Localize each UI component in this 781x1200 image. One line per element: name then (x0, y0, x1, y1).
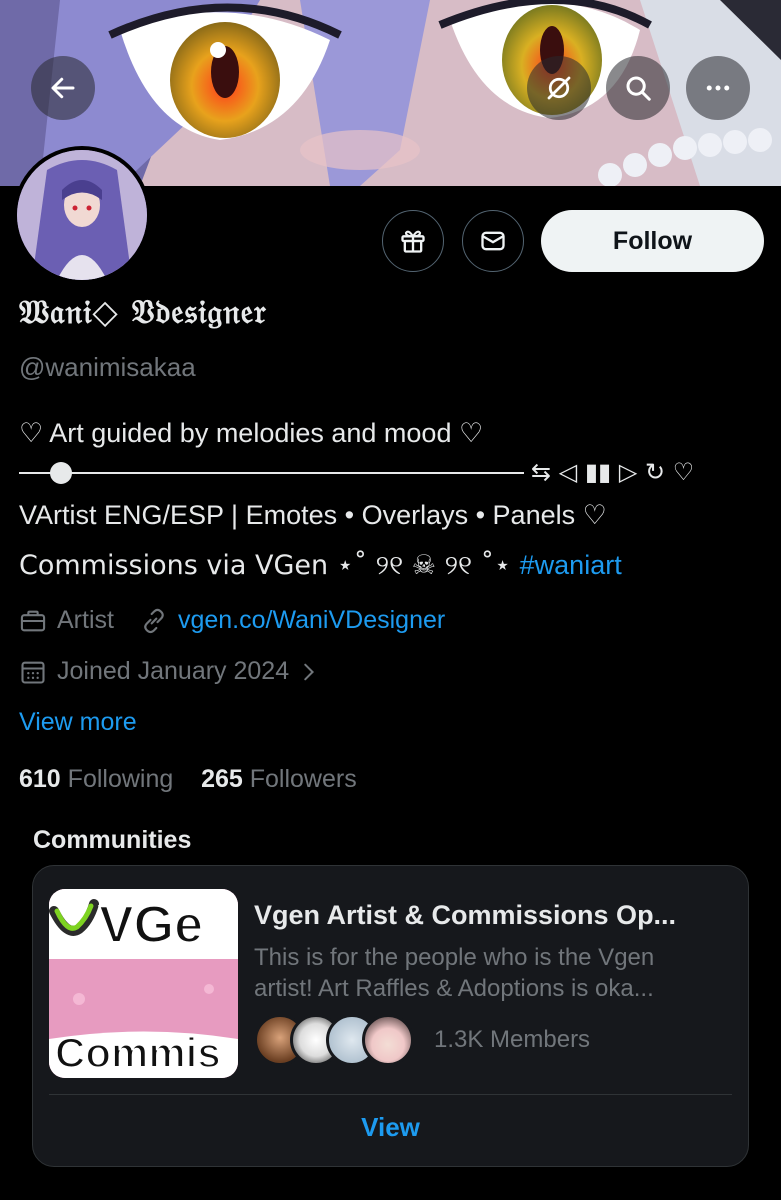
following-label: Following (67, 765, 174, 793)
message-button[interactable] (462, 210, 524, 272)
view-more-link[interactable]: View more (19, 708, 137, 737)
avatar-artwork (17, 150, 147, 280)
more-icon (706, 85, 730, 91)
search-icon (626, 76, 651, 101)
hashtag-link[interactable]: #waniart (520, 550, 622, 580)
community-description-line-2: artist! Art Raffles & Adoptions is oka..… (254, 975, 654, 1002)
followers-stat[interactable]: 265 Followers (201, 765, 357, 793)
follow-button[interactable]: Follow (541, 210, 764, 272)
community-description: This is for the people who is the Vgen a… (254, 942, 724, 1004)
followers-count: 265 (201, 765, 243, 793)
thumbnail-text-top: VGe (98, 895, 204, 955)
chevron-right-icon (304, 663, 315, 680)
briefcase-icon (20, 610, 46, 631)
joined-date-row[interactable]: Joined January 2024 (19, 657, 329, 686)
following-stat[interactable]: 610 Following (19, 765, 173, 793)
back-button[interactable] (31, 56, 95, 120)
calendar-icon (21, 661, 45, 684)
communities-heading: Communities (33, 826, 192, 854)
gift-button[interactable] (382, 210, 444, 272)
followers-label: Followers (249, 765, 357, 793)
bio-music-player: ⇆ ◁ ▮▮ ▷ ↻ ♡ (19, 458, 729, 488)
member-avatar (362, 1014, 414, 1066)
repost-off-icon (547, 76, 571, 100)
envelope-icon (481, 231, 505, 251)
bio-line-1: ♡ Art guided by melodies and mood ♡ (19, 418, 484, 448)
follow-stats: 610 Following 265 Followers (19, 765, 357, 794)
community-thumbnail: VGe Commis (49, 889, 238, 1078)
bio-line-3-text: Commissions via VGen ⋆˚ ୨୧ ☠ ୨୧ ˚⋆ (19, 550, 520, 581)
community-members: 1.3K Members (254, 1012, 590, 1068)
community-description-line-1: This is for the people who is the Vgen (254, 944, 655, 971)
community-name: Vgen Artist & Commissions Op... (254, 900, 677, 930)
progress-slider (19, 462, 524, 484)
members-count: 1.3K Members (434, 1026, 591, 1053)
user-handle: @wanimisakaa (19, 352, 196, 382)
display-name: 𝔚𝔞𝔫𝔦◇ 𝔙𝔡𝔢𝔰𝔦𝔤𝔫𝔢𝔯 (19, 292, 267, 331)
bio-line-3: Commissions via VGen ⋆˚ ୨୧ ☠ ୨୧ ˚⋆ #wani… (19, 550, 622, 582)
category-label: Artist (57, 606, 114, 634)
player-controls: ⇆ ◁ ▮▮ ▷ ↻ ♡ (531, 458, 695, 486)
following-count: 610 (19, 765, 61, 793)
arrow-left-icon (51, 77, 75, 99)
thumbnail-text-bottom: Commis (54, 1028, 222, 1077)
search-button[interactable] (606, 56, 670, 120)
bio-line-2: VArtist ENG/ESP | Emotes • Overlays • Pa… (19, 500, 607, 530)
repost-off-button[interactable] (527, 56, 591, 120)
more-button[interactable] (686, 56, 750, 120)
profile-avatar[interactable] (13, 146, 151, 284)
website-link[interactable]: vgen.co/WaniVDesigner (178, 606, 445, 635)
gift-icon (401, 230, 425, 253)
community-card[interactable]: VGe Commis Vgen Artist & Commissions Op.… (32, 865, 749, 1167)
view-community-button[interactable]: View (33, 1112, 748, 1143)
card-divider (49, 1094, 732, 1095)
joined-date: Joined January 2024 (57, 657, 290, 685)
link-icon (144, 608, 164, 633)
profile-meta-row: Artist vgen.co/WaniVDesigner (19, 606, 445, 635)
